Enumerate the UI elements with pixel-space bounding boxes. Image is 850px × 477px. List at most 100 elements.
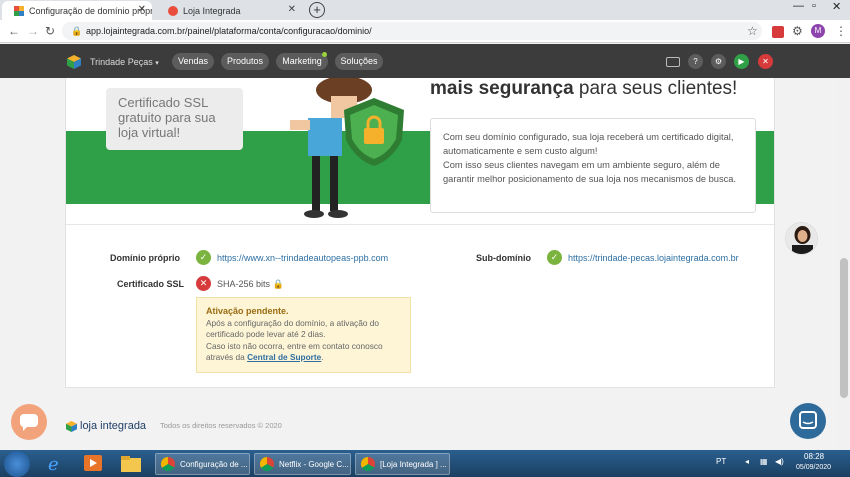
- headline-rest: para seus clientes!: [573, 78, 738, 99]
- scrollbar-thumb[interactable]: [840, 258, 848, 398]
- settings-gear-icon[interactable]: ⚙: [711, 54, 726, 69]
- maximize-icon[interactable]: ▫: [812, 0, 816, 12]
- address-bar-row: ← → ↻ 🔒 app.lojaintegrada.com.br/painel/…: [0, 20, 850, 43]
- info-box: Com seu domínio configurado, sua loja re…: [430, 118, 756, 213]
- media-player-icon[interactable]: [82, 453, 106, 474]
- back-icon[interactable]: ←: [8, 24, 20, 38]
- help-icon[interactable]: ?: [688, 54, 703, 69]
- close-tab-icon[interactable]: ✕: [138, 4, 146, 15]
- ssl-promo-bubble: Certificado SSL gratuito para sua loja v…: [106, 88, 243, 150]
- extensions-puzzle-icon[interactable]: ⚙: [792, 24, 803, 38]
- tab-loja-integrada[interactable]: Loja Integrada ✕: [156, 1, 302, 20]
- tab-config-domain[interactable]: Configuração de domínio próprio ✕: [2, 1, 152, 20]
- check-icon: ✓: [547, 250, 562, 265]
- volume-icon[interactable]: ◀): [775, 457, 784, 466]
- lock-icon: 🔒: [71, 26, 83, 36]
- taskbar-window-config[interactable]: Configuração de ...: [155, 453, 250, 475]
- pending-activation-alert: Ativação pendente. Após a configuração d…: [196, 297, 411, 373]
- taskbar-window-loja[interactable]: [Loja Integrada ] ...: [355, 453, 450, 475]
- play-store-icon[interactable]: ▶: [734, 54, 749, 69]
- chat-icon: [20, 414, 38, 431]
- menu-produtos[interactable]: Produtos: [221, 53, 269, 70]
- store-name: Trindade Peças: [90, 57, 153, 67]
- close-window-icon[interactable]: ✕: [832, 0, 841, 13]
- support-center-link[interactable]: Central de Suporte: [247, 352, 321, 362]
- mascot-illustration-icon: [290, 78, 404, 218]
- ie-icon[interactable]: e: [44, 453, 68, 475]
- headline-bold: mais segurança: [430, 78, 574, 99]
- page-scrollbar[interactable]: [838, 78, 850, 450]
- url-input[interactable]: 🔒 app.lojaintegrada.com.br/painel/plataf…: [62, 22, 762, 40]
- screen-icon[interactable]: [666, 57, 680, 67]
- menu-marketing[interactable]: Marketing: [276, 53, 328, 70]
- alert-text-2-end: .: [321, 352, 324, 362]
- close-tab-icon[interactable]: ✕: [288, 4, 296, 15]
- menu-solucoes[interactable]: Soluções: [335, 53, 383, 70]
- check-icon: ✓: [196, 250, 211, 265]
- alert-text-1: Após a configuração do domínio, a ativaç…: [206, 317, 379, 340]
- alert-text-2: Caso isto não ocorra, entre em contato c…: [206, 341, 401, 364]
- chrome-icon: [161, 457, 175, 471]
- taskbar-window-netflix[interactable]: Netflix - Google C...: [254, 453, 351, 475]
- lock-icon: 🔒: [272, 279, 284, 289]
- copyright-text: Todos os direitos reservados © 2020: [160, 421, 282, 430]
- reload-icon[interactable]: ↻: [45, 24, 55, 38]
- ssl-label: Certificado SSL: [117, 279, 185, 289]
- info-paragraph-1: Com seu domínio configurado, sua loja re…: [443, 132, 734, 156]
- browser-menu-icon[interactable]: ⋮: [835, 24, 847, 38]
- intercom-chat-button[interactable]: [790, 403, 826, 439]
- file-explorer-icon[interactable]: [120, 453, 144, 474]
- extension-icon[interactable]: [772, 26, 784, 38]
- svg-text:e: e: [48, 454, 59, 474]
- lojaintegrada-favicon-icon: [168, 5, 178, 16]
- ssl-value-text: SHA-256 bits: [217, 279, 271, 289]
- profile-avatar[interactable]: M: [811, 24, 825, 38]
- error-x-icon: ✕: [196, 276, 211, 291]
- tray-arrow-icon[interactable]: ◂: [745, 457, 749, 466]
- chevron-down-icon: ▾: [155, 60, 159, 67]
- windows-taskbar: e Configuração de ... Netflix - Google C…: [0, 450, 850, 477]
- forward-icon[interactable]: →: [27, 24, 39, 38]
- chrome-icon: [361, 457, 375, 471]
- footer-logo: loja integrada: [66, 420, 146, 432]
- support-agent-avatar[interactable]: [785, 222, 818, 255]
- clock-date[interactable]: 05/09/2020: [796, 464, 831, 471]
- chat-bubble-left-button[interactable]: [11, 404, 47, 440]
- browser-tab-bar: Configuração de domínio próprio ✕ Loja I…: [0, 0, 850, 20]
- store-selector[interactable]: Trindade Peças ▾: [90, 57, 159, 67]
- info-paragraph-2: Com isso seus clientes navegam em um amb…: [443, 160, 737, 184]
- menu-vendas[interactable]: Vendas: [172, 53, 214, 70]
- clock-time[interactable]: 08:28: [804, 452, 824, 461]
- divider: [66, 224, 774, 225]
- hero-headline: mais segurança para seus clientes!: [430, 78, 737, 100]
- own-domain-label: Domínio próprio: [110, 253, 180, 263]
- chrome-icon: [260, 457, 274, 471]
- minimize-icon[interactable]: —: [793, 0, 804, 12]
- window-title: Configuração de ...: [180, 459, 248, 469]
- notification-dot: [322, 52, 327, 57]
- domain-config-card: Certificado SSL gratuito para sua loja v…: [65, 78, 775, 388]
- bookmark-star-icon[interactable]: ☆: [747, 24, 758, 38]
- window-title: [Loja Integrada ] ...: [380, 459, 447, 469]
- brand-cube-icon: [66, 420, 77, 432]
- alert-title: Ativação pendente.: [206, 306, 289, 316]
- agent-photo-icon: [786, 223, 817, 254]
- subdomain-link[interactable]: https://trindade-pecas.lojaintegrada.com…: [568, 253, 739, 263]
- start-button[interactable]: [4, 451, 30, 477]
- window-title: Netflix - Google C...: [279, 459, 349, 469]
- app-top-bar: Trindade Peças ▾ Vendas Produtos Marketi…: [0, 44, 850, 78]
- subdomain-label: Sub-domínio: [476, 253, 531, 263]
- close-session-icon[interactable]: ✕: [758, 54, 773, 69]
- chat-icon: [799, 411, 817, 429]
- language-indicator[interactable]: PT: [716, 457, 726, 466]
- network-icon[interactable]: ▦: [760, 457, 768, 466]
- new-tab-button[interactable]: +: [309, 2, 325, 18]
- ssl-value: SHA-256 bits 🔒: [217, 279, 284, 290]
- url-text: app.lojaintegrada.com.br/painel/platafor…: [86, 26, 372, 36]
- tab-title: Loja Integrada: [183, 5, 241, 16]
- own-domain-link[interactable]: https://www.xn--trindadeautopeas-ppb.com: [217, 253, 388, 263]
- store-logo-icon: [67, 55, 81, 69]
- lojaintegrada-favicon-icon: [14, 5, 24, 16]
- brand-name: loja integrada: [80, 420, 147, 432]
- tab-title: Configuração de domínio próprio: [29, 5, 152, 16]
